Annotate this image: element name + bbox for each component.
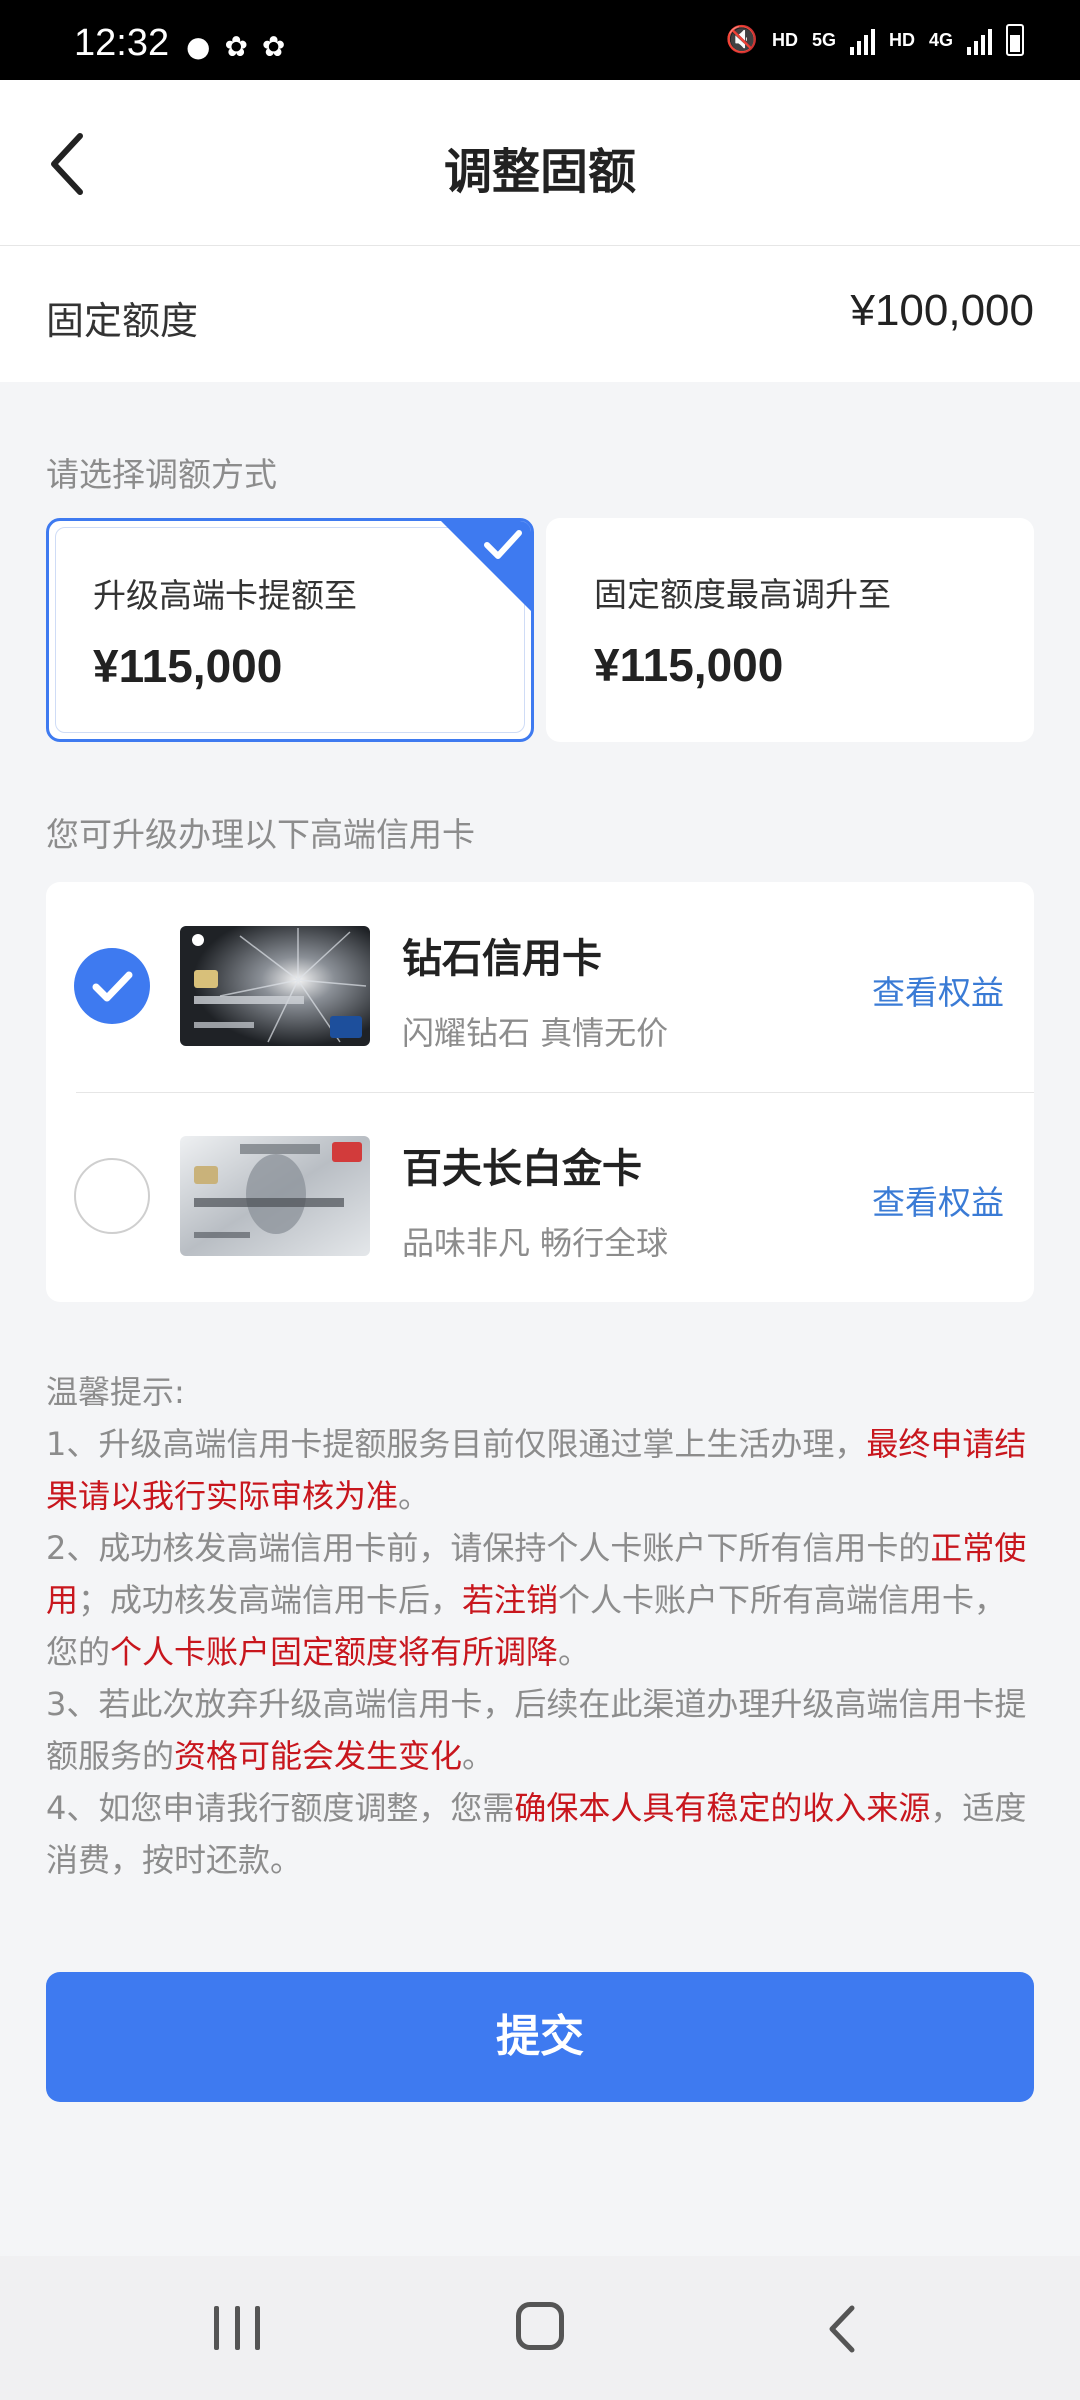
check-icon [484, 530, 522, 559]
mute-icon: 🔇 [725, 25, 758, 55]
fixed-limit-value: ¥100,000 [850, 286, 1034, 335]
check-icon [92, 971, 133, 1002]
system-nav-bar [0, 2256, 1080, 2400]
signal-icon-2 [967, 25, 992, 55]
card-item-diamond[interactable]: 钻石信用卡 闪耀钻石 真情无价 查看权益 [46, 882, 1034, 1092]
flower-icon: ✿ [224, 30, 248, 63]
submit-button[interactable]: 提交 [46, 1972, 1034, 2102]
hd-label-2: HD [888, 29, 915, 50]
hd-label: HD [771, 29, 798, 50]
option-raise-limit[interactable]: 固定额度最高调升至 ¥115,000 [546, 518, 1034, 742]
back-nav-button[interactable] [824, 2304, 860, 2354]
status-bar: 12:32 ● ✿ ✿ 🔇 HD 5G HD 4G [0, 0, 1080, 80]
option-title: 固定额度最高调升至 [594, 575, 891, 614]
option-amount: ¥115,000 [594, 639, 784, 691]
wechat-icon: ● [186, 30, 211, 63]
tips-section: 温馨提示: 1、升级高端信用卡提额服务目前仅限通过掌上生活办理，最终申请结果请以… [46, 1366, 1036, 1886]
view-benefits-link[interactable]: 查看权益 [872, 966, 1004, 1014]
recent-apps-button[interactable] [214, 2306, 260, 2350]
fixed-limit-row: 固定额度 ¥100,000 [0, 246, 1080, 382]
card-list: 钻石信用卡 闪耀钻石 真情无价 查看权益 百夫长白金卡 品味非凡 畅行全球 查看… [46, 882, 1034, 1302]
page-title: 调整固额 [443, 144, 636, 200]
signal-icon [849, 25, 875, 55]
fixed-limit-label: 固定额度 [46, 299, 199, 343]
header: 调整固额 [0, 80, 1080, 246]
tip-2: 2、成功核发高端信用卡前，请保持个人卡账户下所有信用卡的正常使用；成功核发高端信… [46, 1529, 1027, 1671]
card-list-label: 您可升级办理以下高端信用卡 [46, 815, 475, 854]
diamond-card-image [180, 926, 370, 1046]
card-slogan: 品味非凡 畅行全球 [402, 1224, 669, 1262]
4g-label: 4G [928, 29, 953, 50]
option-amount: ¥115,000 [93, 640, 283, 692]
centurion-card-image [180, 1136, 370, 1256]
adjust-method-label: 请选择调额方式 [46, 455, 277, 494]
tip-4: 4、如您申请我行额度调整，您需确保本人具有稳定的收入来源，适度消费，按时还款。 [46, 1789, 1027, 1879]
tips-heading: 温馨提示: [46, 1373, 185, 1411]
card-name: 百夫长白金卡 [402, 1146, 642, 1192]
radio-selected[interactable] [74, 948, 150, 1024]
view-benefits-link[interactable]: 查看权益 [872, 1176, 1004, 1224]
battery-icon [1006, 24, 1024, 56]
option-upgrade-card[interactable]: 升级高端卡提额至 ¥115,000 [46, 518, 534, 742]
5g-label: 5G [811, 29, 836, 50]
card-item-centurion[interactable]: 百夫长白金卡 品味非凡 畅行全球 查看权益 [46, 1092, 1034, 1302]
card-slogan: 闪耀钻石 真情无价 [402, 1014, 669, 1052]
tip-1: 1、升级高端信用卡提额服务目前仅限通过掌上生活办理，最终申请结果请以我行实际审核… [46, 1425, 1027, 1515]
option-title: 升级高端卡提额至 [93, 576, 357, 615]
notification-icons: ● ✿ ✿ [186, 30, 285, 63]
status-time: 12:32 [74, 22, 170, 64]
card-name: 钻石信用卡 [402, 936, 602, 982]
status-right: 🔇 HD 5G HD 4G [726, 24, 1024, 56]
home-button[interactable] [516, 2302, 564, 2350]
flower-icon: ✿ [261, 30, 286, 63]
radio-unselected[interactable] [74, 1158, 150, 1234]
tip-3: 3、若此次放弃升级高端信用卡，后续在此渠道办理升级高端信用卡提额服务的资格可能会… [46, 1685, 1027, 1775]
